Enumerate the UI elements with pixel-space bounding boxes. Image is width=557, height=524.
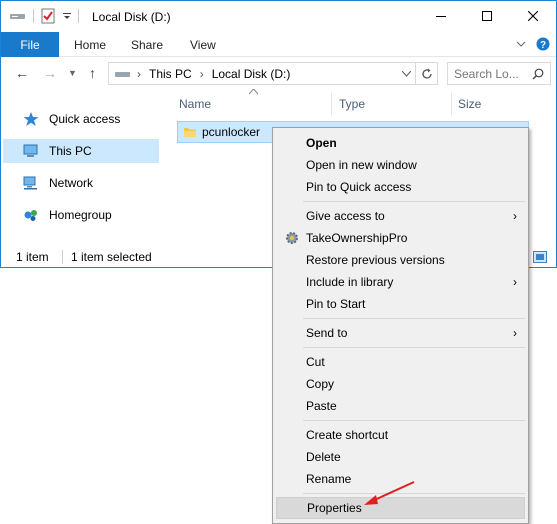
- menu-item-open-new-window[interactable]: Open in new window: [276, 154, 525, 176]
- sidebar-item-network[interactable]: Network: [3, 171, 159, 195]
- back-arrow-icon[interactable]: ←: [15, 65, 29, 81]
- vertical-scrollbar[interactable]: [542, 89, 556, 244]
- tab-file[interactable]: File: [1, 32, 59, 57]
- menu-item-create-shortcut[interactable]: Create shortcut: [276, 424, 525, 446]
- refresh-button[interactable]: [416, 62, 438, 85]
- menu-separator: [303, 318, 525, 319]
- address-dropdown-icon[interactable]: [402, 71, 411, 77]
- column-header-size[interactable]: Size: [458, 97, 481, 111]
- drive-icon[interactable]: [9, 9, 27, 23]
- close-icon: [528, 11, 538, 21]
- file-name: pcunlocker: [202, 125, 261, 139]
- sort-ascending-icon: [249, 89, 258, 95]
- sidebar-item-quick-access[interactable]: Quick access: [3, 107, 159, 131]
- breadcrumb-chevron-icon[interactable]: ›: [137, 67, 141, 81]
- minimize-button[interactable]: [418, 1, 464, 31]
- menu-separator: [303, 420, 525, 421]
- sidebar-item-label: Quick access: [49, 112, 121, 126]
- sidebar-item-label: Network: [49, 176, 94, 190]
- homegroup-icon: [24, 210, 37, 221]
- menu-item-label: Include in library: [306, 275, 394, 289]
- menu-item-paste[interactable]: Paste: [276, 395, 525, 417]
- menu-item-send-to[interactable]: Send to ›: [276, 322, 525, 344]
- maximize-button[interactable]: [464, 1, 510, 31]
- star-icon: [23, 112, 39, 126]
- ribbon-tabs: File Home Share View ?: [1, 32, 556, 57]
- menu-item-pin-start[interactable]: Pin to Start: [276, 293, 525, 315]
- navigation-pane: Quick access This PC Network Homegroup: [1, 89, 161, 244]
- menu-item-label: TakeOwnershipPro: [306, 231, 408, 245]
- column-header-type[interactable]: Type: [339, 97, 365, 111]
- minimize-icon: [436, 16, 446, 17]
- menu-item-cut[interactable]: Cut: [276, 351, 525, 373]
- toolbar-separator: [78, 9, 79, 23]
- breadcrumb-local-disk[interactable]: Local Disk (D:): [212, 67, 291, 81]
- quick-access-toolbar: [9, 8, 79, 24]
- red-annotation-arrow: [364, 481, 415, 505]
- breadcrumb-this-pc[interactable]: This PC: [149, 67, 192, 81]
- menu-item-restore-versions[interactable]: Restore previous versions: [276, 249, 525, 271]
- sidebar-item-label: Homegroup: [49, 208, 112, 222]
- search-placeholder: Search Lo...: [454, 66, 519, 81]
- tab-home[interactable]: Home: [74, 38, 106, 52]
- column-divider[interactable]: [331, 93, 332, 115]
- maximize-icon: [482, 11, 492, 21]
- submenu-arrow-icon: ›: [513, 275, 517, 289]
- submenu-arrow-icon: ›: [513, 209, 517, 223]
- breadcrumb-chevron-icon[interactable]: ›: [200, 67, 204, 81]
- menu-item-give-access[interactable]: Give access to ›: [276, 205, 525, 227]
- status-separator: [62, 250, 63, 264]
- recent-locations-chevron-icon[interactable]: ▼: [68, 68, 77, 78]
- toolbar-separator: [33, 9, 34, 23]
- expand-ribbon-icon[interactable]: [516, 40, 526, 48]
- selection-count: 1 item selected: [71, 250, 152, 264]
- menu-separator: [303, 347, 525, 348]
- search-icon: [532, 68, 544, 80]
- menu-item-label: Give access to: [306, 209, 385, 223]
- tab-share[interactable]: Share: [131, 38, 163, 52]
- column-header-name[interactable]: Name: [179, 97, 211, 111]
- item-count: 1 item: [16, 250, 49, 264]
- context-menu: Open Open in new window Pin to Quick acc…: [272, 127, 529, 524]
- menu-item-delete[interactable]: Delete: [276, 446, 525, 468]
- column-divider[interactable]: [451, 93, 452, 115]
- submenu-arrow-icon: ›: [513, 326, 517, 340]
- folder-icon: [184, 128, 196, 137]
- properties-check-icon[interactable]: [40, 8, 56, 24]
- menu-item-copy[interactable]: Copy: [276, 373, 525, 395]
- menu-item-pin-quick-access[interactable]: Pin to Quick access: [276, 176, 525, 198]
- ribbon-controls: ?: [516, 37, 550, 51]
- sidebar-item-homegroup[interactable]: Homegroup: [3, 203, 159, 227]
- up-arrow-icon[interactable]: ↑: [89, 65, 96, 81]
- help-icon[interactable]: ?: [536, 37, 550, 51]
- navigation-bar: ← → ▼ ↑ › This PC › Local Disk (D:) Sear…: [1, 58, 556, 89]
- large-icons-view-icon[interactable]: [533, 251, 547, 263]
- computer-icon: [23, 144, 38, 157]
- tab-view[interactable]: View: [190, 38, 216, 52]
- close-button[interactable]: [510, 1, 556, 31]
- forward-arrow-icon[interactable]: →: [43, 65, 57, 81]
- menu-item-label: Send to: [306, 326, 348, 340]
- sidebar-item-this-pc[interactable]: This PC: [3, 139, 159, 163]
- address-bar[interactable]: › This PC › Local Disk (D:): [108, 62, 416, 85]
- gear-icon: [286, 232, 298, 244]
- svg-text:?: ?: [540, 40, 546, 51]
- customize-toolbar-icon[interactable]: [62, 11, 72, 21]
- sidebar-item-label: This PC: [49, 144, 92, 158]
- menu-item-include-library[interactable]: Include in library ›: [276, 271, 525, 293]
- menu-item-open[interactable]: Open: [276, 132, 525, 154]
- window-title: Local Disk (D:): [92, 10, 171, 24]
- refresh-icon: [421, 68, 432, 79]
- search-input[interactable]: Search Lo...: [447, 62, 551, 85]
- network-icon: [23, 176, 37, 190]
- menu-separator: [303, 201, 525, 202]
- title-bar: Local Disk (D:): [1, 1, 556, 32]
- menu-item-take-ownership[interactable]: TakeOwnershipPro: [276, 227, 525, 249]
- drive-icon: [115, 71, 130, 77]
